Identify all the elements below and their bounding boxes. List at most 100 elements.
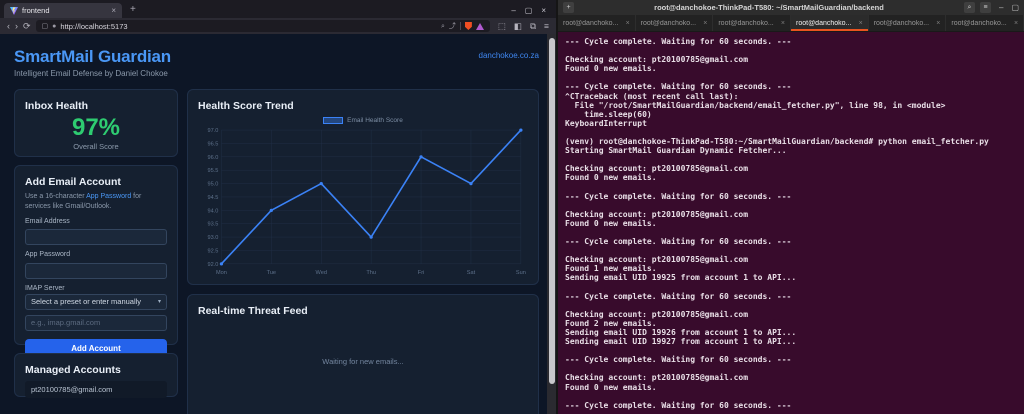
- email-address-field[interactable]: [25, 229, 167, 245]
- shield-icon[interactable]: ●: [52, 23, 56, 30]
- legend-label: Email Health Score: [347, 117, 403, 124]
- site-link[interactable]: danchokoe.co.za: [479, 51, 540, 60]
- browser-tab-title: frontend: [22, 6, 107, 15]
- terminal-minimize-icon[interactable]: –: [999, 4, 1003, 12]
- menu-icon[interactable]: ≡: [544, 22, 549, 31]
- maximize-icon[interactable]: ▢: [525, 7, 533, 15]
- terminal-search-icon[interactable]: ⌕: [964, 2, 975, 13]
- svg-text:95.0: 95.0: [207, 182, 218, 188]
- browser-toolbar: ‹ › ⟳ ▢ ● http://localhost:5173 ⌕ ⤴ ⬚ ◧ …: [0, 18, 556, 34]
- tab-close-icon[interactable]: ×: [111, 7, 116, 15]
- terminal-tab-5[interactable]: root@danchoko...×: [869, 15, 947, 31]
- terminal-maximize-icon[interactable]: ▢: [1011, 4, 1019, 12]
- app-password-help: Use a 16-character App Password for serv…: [25, 192, 167, 212]
- page-viewport: SmartMail Guardian Intelligent Email Def…: [0, 34, 556, 414]
- svg-text:93.0: 93.0: [207, 235, 218, 241]
- inbox-health-card: Inbox Health 97% Overall Score: [14, 89, 178, 157]
- add-email-account-card: Add Email Account Use a 16-character App…: [14, 165, 178, 345]
- terminal-tab-6[interactable]: root@danchoko...×: [946, 15, 1024, 31]
- svg-text:96.5: 96.5: [207, 141, 218, 147]
- chart-title: Health Score Trend: [198, 100, 528, 112]
- close-icon[interactable]: ×: [541, 7, 546, 15]
- tab-close-icon[interactable]: ×: [703, 20, 707, 27]
- picture-in-picture-icon[interactable]: ⧉: [530, 22, 536, 31]
- forward-icon[interactable]: ›: [15, 22, 18, 31]
- page-header: SmartMail Guardian Intelligent Email Def…: [14, 47, 539, 78]
- zoom-icon[interactable]: ⌕: [441, 23, 445, 30]
- url-text[interactable]: http://localhost:5173: [60, 22, 127, 31]
- tab-close-icon[interactable]: ×: [936, 20, 940, 27]
- legend-swatch: [323, 117, 343, 124]
- terminal-menu-icon[interactable]: ≡: [980, 2, 991, 13]
- tab-close-icon[interactable]: ×: [859, 20, 863, 27]
- browser-tab-bar: frontend × + – ▢ ×: [0, 0, 556, 18]
- imap-select-value: Select a preset or enter manually: [31, 297, 141, 306]
- vite-logo-icon: [10, 7, 18, 15]
- terminal-tab-2[interactable]: root@danchoko...×: [636, 15, 714, 31]
- terminal-title-bar: + root@danchokoe-ThinkPad-T580: ~/SmartM…: [558, 0, 1024, 15]
- terminal-tab-4-active[interactable]: root@danchoko...×: [791, 15, 869, 31]
- app-password-field[interactable]: [25, 263, 167, 279]
- page-title: SmartMail Guardian: [14, 47, 171, 67]
- health-score-trend-card: Health Score Trend Email Health Score 92…: [187, 89, 539, 285]
- svg-text:Thu: Thu: [366, 270, 376, 276]
- terminal-tab-bar: root@danchoko...× root@danchoko...× root…: [558, 15, 1024, 32]
- managed-accounts-card: Managed Accounts pt20100785@gmail.com: [14, 353, 178, 397]
- threat-feed-title: Real-time Threat Feed: [198, 305, 528, 317]
- new-tab-icon[interactable]: +: [130, 5, 136, 15]
- svg-text:97.0: 97.0: [207, 128, 218, 134]
- health-score-caption: Overall Score: [25, 142, 167, 151]
- health-score-line-chart: 92.092.593.093.594.094.595.095.596.096.5…: [198, 125, 528, 277]
- terminal-window: + root@danchokoe-ThinkPad-T580: ~/SmartM…: [556, 0, 1024, 414]
- imap-server-field[interactable]: [25, 315, 167, 331]
- browser-window-controls: – ▢ ×: [511, 7, 552, 18]
- svg-text:Wed: Wed: [316, 270, 327, 276]
- tab-close-icon[interactable]: ×: [626, 20, 630, 27]
- svg-text:94.0: 94.0: [207, 208, 218, 214]
- svg-text:96.0: 96.0: [207, 155, 218, 161]
- terminal-new-tab-icon[interactable]: +: [563, 2, 574, 13]
- url-bar[interactable]: ▢ ● http://localhost:5173 ⌕ ⤴: [36, 20, 490, 32]
- tab-close-icon[interactable]: ×: [1014, 20, 1018, 27]
- svg-text:93.5: 93.5: [207, 222, 218, 228]
- tab-close-icon[interactable]: ×: [781, 20, 785, 27]
- imap-server-label: IMAP Server: [25, 285, 167, 292]
- managed-account-item[interactable]: pt20100785@gmail.com: [25, 381, 167, 398]
- sidebar-icon[interactable]: ◧: [514, 22, 522, 31]
- svg-text:92.0: 92.0: [207, 262, 218, 268]
- managed-accounts-title: Managed Accounts: [25, 364, 167, 376]
- svg-text:94.5: 94.5: [207, 195, 218, 201]
- health-score-value: 97%: [25, 116, 167, 140]
- terminal-title: root@danchokoe-ThinkPad-T580: ~/SmartMai…: [579, 3, 959, 12]
- terminal-tab-1[interactable]: root@danchoko...×: [558, 15, 636, 31]
- page-scrollbar[interactable]: [547, 34, 556, 414]
- add-account-title: Add Email Account: [25, 176, 167, 188]
- reload-icon[interactable]: ⟳: [23, 22, 31, 31]
- smartmail-page: SmartMail Guardian Intelligent Email Def…: [0, 34, 547, 414]
- chart-legend[interactable]: Email Health Score: [198, 117, 528, 124]
- terminal-content[interactable]: --- Cycle complete. Waiting for 60 secon…: [558, 32, 1024, 414]
- bookmark-icon[interactable]: ▢: [42, 23, 49, 30]
- extension-triangle-icon[interactable]: [476, 23, 484, 30]
- share-icon[interactable]: ⤴: [449, 23, 456, 30]
- browser-tab-frontend[interactable]: frontend ×: [4, 3, 122, 18]
- svg-text:Sun: Sun: [516, 270, 526, 276]
- back-icon[interactable]: ‹: [7, 22, 10, 31]
- app-password-link[interactable]: App Password: [86, 193, 131, 200]
- svg-text:Fri: Fri: [418, 270, 425, 276]
- svg-text:Tue: Tue: [267, 270, 276, 276]
- screenshot-icon[interactable]: ⬚: [498, 22, 506, 31]
- threat-feed-card: Real-time Threat Feed Waiting for new em…: [187, 294, 539, 414]
- page-subtitle: Intelligent Email Defense by Daniel Chok…: [14, 69, 171, 78]
- threat-feed-empty-message: Waiting for new emails...: [198, 357, 528, 366]
- email-address-label: Email Address: [25, 218, 167, 225]
- terminal-tab-3[interactable]: root@danchoko...×: [713, 15, 791, 31]
- scrollbar-thumb[interactable]: [549, 38, 555, 384]
- imap-preset-select[interactable]: Select a preset or enter manually ▾: [25, 294, 167, 310]
- terminal-output: --- Cycle complete. Waiting for 60 secon…: [565, 37, 1017, 410]
- browser-window: frontend × + – ▢ × ‹ › ⟳ ▢ ● http://loca…: [0, 0, 556, 414]
- ublock-extension-icon[interactable]: [465, 22, 472, 30]
- svg-text:Sat: Sat: [467, 270, 476, 276]
- divider: [460, 22, 461, 30]
- minimize-icon[interactable]: –: [511, 7, 515, 15]
